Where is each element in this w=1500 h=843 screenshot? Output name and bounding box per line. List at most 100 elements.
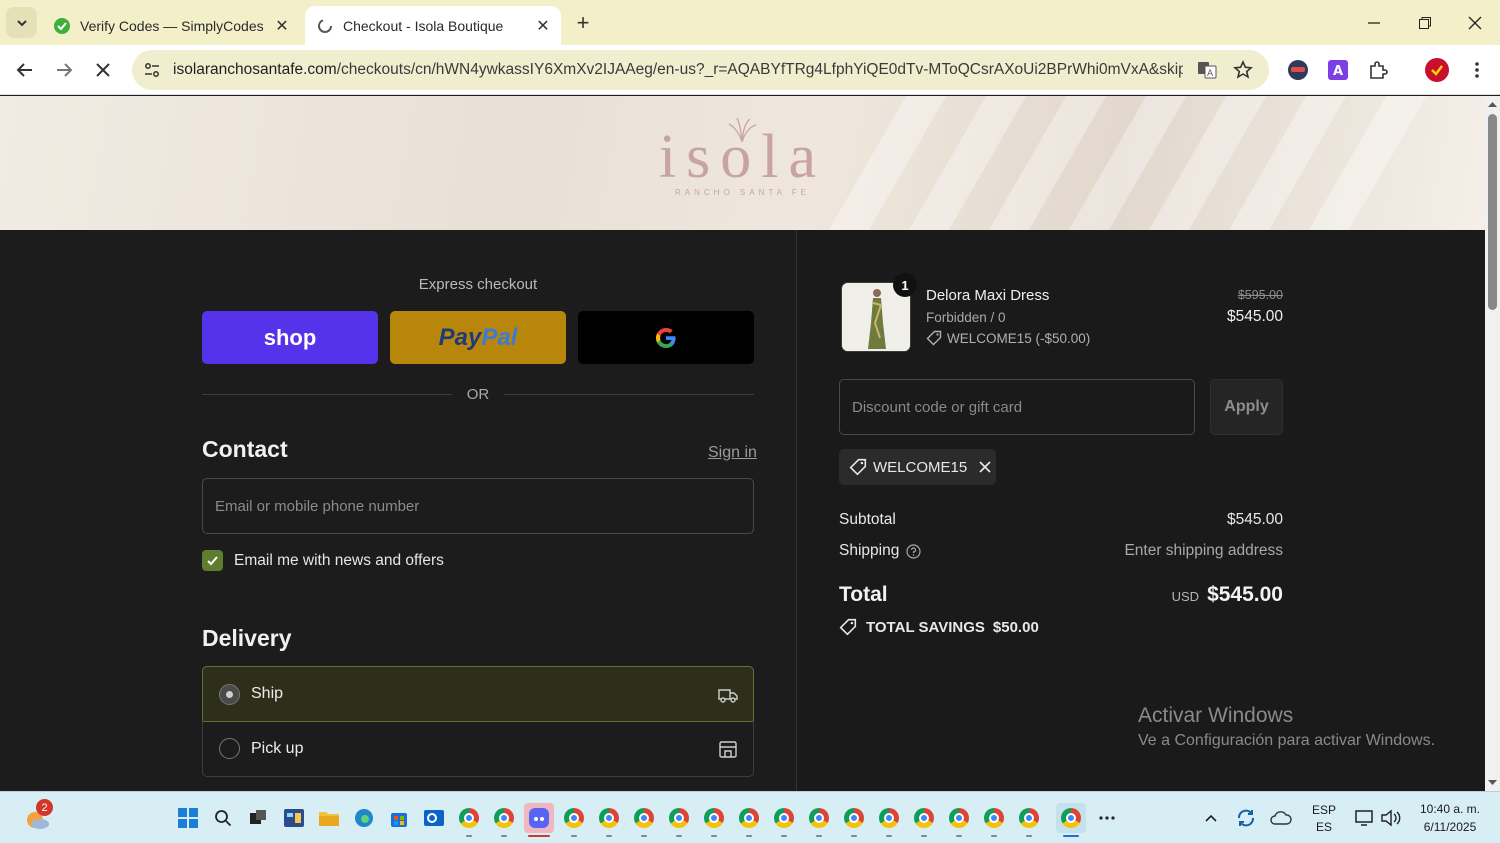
delivery-option-pickup[interactable]: Pick up <box>202 721 754 777</box>
remove-code-icon[interactable] <box>978 460 992 474</box>
help-circle-icon[interactable] <box>906 543 921 559</box>
restore-icon[interactable] <box>1410 8 1440 38</box>
stop-loading-button[interactable] <box>87 54 119 86</box>
simplycodes-favicon-icon <box>54 17 70 34</box>
delivery-option-ship[interactable]: Ship <box>202 666 754 722</box>
radio-unselected[interactable] <box>219 738 240 759</box>
chrome-icon <box>949 808 969 828</box>
edge-icon <box>355 809 373 827</box>
chrome-window-12[interactable] <box>874 803 904 837</box>
paypal-button[interactable]: Pay Pal <box>390 311 566 364</box>
applied-code-label: WELCOME15 <box>873 458 968 476</box>
chrome-window-10[interactable] <box>804 803 834 837</box>
shop-pay-button[interactable]: shop <box>202 311 378 364</box>
chrome-window-13[interactable] <box>909 803 939 837</box>
edge-app[interactable] <box>349 803 379 833</box>
task-view-button[interactable] <box>243 803 273 833</box>
chrome-window-2[interactable] <box>489 803 519 837</box>
chrome-window-8[interactable] <box>734 803 764 837</box>
extensions-puzzle-icon[interactable] <box>1365 57 1391 83</box>
tab-search-button[interactable] <box>6 7 37 38</box>
close-tab-icon[interactable]: ✕ <box>531 14 555 38</box>
close-window-icon[interactable] <box>1460 8 1490 38</box>
or-divider: OR <box>202 386 754 403</box>
start-button[interactable] <box>173 803 203 833</box>
discount-code-input[interactable]: Discount code or gift card <box>839 379 1195 435</box>
chrome-icon <box>669 808 689 828</box>
chrome-window-6[interactable] <box>664 803 694 837</box>
windows-activation-watermark: Activar Windows Ve a Configuración para … <box>1138 704 1436 749</box>
chrome-icon <box>984 808 1004 828</box>
sync-tray-button[interactable] <box>1231 803 1261 833</box>
network-monitor-icon <box>1355 810 1373 826</box>
apply-discount-button[interactable]: Apply <box>1210 379 1283 435</box>
chrome-window-9[interactable] <box>769 803 799 837</box>
outlook-app[interactable] <box>419 803 449 833</box>
delivery-heading: Delivery <box>202 625 292 651</box>
search-button[interactable] <box>208 803 238 833</box>
chrome-window-7[interactable] <box>699 803 729 837</box>
folder-icon <box>319 812 339 826</box>
applied-discount-chip: WELCOME15 <box>839 449 996 485</box>
svg-text:A: A <box>1333 64 1343 79</box>
chrome-window-1[interactable] <box>454 803 484 837</box>
kebab-menu-icon[interactable] <box>1464 57 1490 83</box>
language-indicator[interactable]: ESP ES <box>1306 803 1342 834</box>
chrome-window-active[interactable] <box>1056 803 1086 837</box>
profile-avatar-icon[interactable] <box>1424 57 1450 83</box>
show-hidden-icons-button[interactable] <box>1196 803 1226 833</box>
chrome-icon <box>459 808 479 828</box>
tab-simplycodes[interactable]: Verify Codes — SimplyCodes ✕ <box>42 6 300 45</box>
logo-subtitle: RANCHO SANTA FE <box>675 188 810 197</box>
truck-icon <box>718 689 738 703</box>
minimize-icon[interactable] <box>1359 8 1389 38</box>
total-savings-row: TOTAL SAVINGS $50.00 <box>839 618 1039 636</box>
chrome-window-11[interactable] <box>839 803 869 837</box>
forward-button[interactable] <box>48 54 80 86</box>
close-tab-icon[interactable]: ✕ <box>270 14 294 38</box>
product-name: Delora Maxi Dress <box>926 287 1050 304</box>
clock[interactable]: 10:40 a. m. 6/11/2025 <box>1410 802 1490 834</box>
new-tab-button[interactable]: + <box>570 10 596 36</box>
discord-app[interactable] <box>524 803 554 837</box>
weather-badge: 2 <box>36 799 53 816</box>
store-app[interactable] <box>384 803 414 833</box>
chrome-window-15[interactable] <box>979 803 1009 837</box>
chrome-window-14[interactable] <box>944 803 974 837</box>
scrollbar-thumb[interactable] <box>1488 114 1497 310</box>
chrome-window-3[interactable] <box>559 803 589 837</box>
store-logo[interactable]: isola RANCHO SANTA FE <box>655 118 830 216</box>
address-bar[interactable]: isolaranchosantafe.com/checkouts/cn/hWN4… <box>132 50 1269 90</box>
page-scrollbar[interactable] <box>1485 96 1500 791</box>
file-explorer-app[interactable] <box>314 803 344 833</box>
back-button[interactable] <box>9 54 41 86</box>
chrome-window-4[interactable] <box>594 803 624 837</box>
volume-tray-button[interactable] <box>1376 803 1406 833</box>
scroll-down-icon[interactable] <box>1485 777 1500 789</box>
chrome-window-5[interactable] <box>629 803 659 837</box>
chrome-icon <box>844 808 864 828</box>
chrome-icon <box>914 808 934 828</box>
bookmark-star-icon[interactable] <box>1231 58 1255 82</box>
more-apps-button[interactable] <box>1092 803 1122 833</box>
email-field[interactable]: Email or mobile phone number <box>202 478 754 534</box>
checkbox-checked[interactable] <box>202 550 223 571</box>
extension-a-icon[interactable]: A <box>1325 57 1351 83</box>
translate-icon[interactable]: A <box>1195 58 1219 82</box>
chrome-window-16[interactable] <box>1014 803 1044 837</box>
scroll-up-icon[interactable] <box>1485 98 1500 110</box>
sign-in-link[interactable]: Sign in <box>708 444 757 462</box>
onedrive-tray-button[interactable] <box>1266 803 1296 833</box>
news-offers-checkbox-row[interactable]: Email me with news and offers <box>202 550 444 571</box>
extension-avatar-icon[interactable] <box>1285 57 1311 83</box>
radio-selected[interactable] <box>219 683 240 705</box>
tab-checkout[interactable]: Checkout - Isola Boutique ✕ <box>305 6 561 45</box>
site-info-icon[interactable] <box>140 58 164 82</box>
weather-widget[interactable]: 2 <box>22 799 53 833</box>
google-g-icon <box>656 327 676 348</box>
tag-icon <box>849 458 867 476</box>
task-view-icon <box>250 810 266 824</box>
google-pay-button[interactable] <box>578 311 754 364</box>
order-summary-column: 1 Delora Maxi Dress Forbidden / 0 WELCOM… <box>797 230 1485 791</box>
widgets-app[interactable] <box>279 803 309 833</box>
